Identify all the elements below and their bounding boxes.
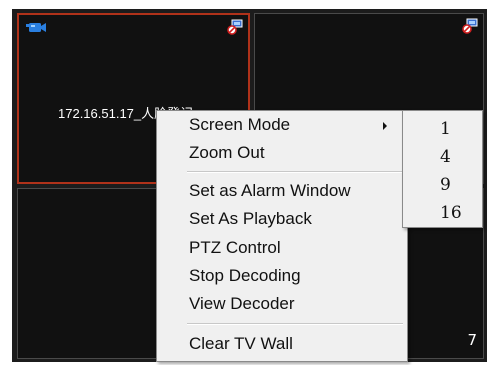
menu-separator: [187, 323, 403, 325]
screen-mode-option-label: 4: [440, 147, 451, 167]
camera-icon: [26, 23, 46, 32]
menu-item-set-as-playback[interactable]: Set As Playback: [189, 206, 312, 232]
menu-item-label: Clear TV Wall: [189, 334, 293, 353]
menu-item-label: Screen Mode: [189, 115, 291, 134]
screen-mode-option-4[interactable]: 4: [440, 144, 451, 170]
menu-item-label: Zoom Out: [189, 143, 265, 162]
menu-item-clear-tv-wall[interactable]: Clear TV Wall: [189, 331, 293, 357]
menu-item-zoom-out[interactable]: Zoom Out: [189, 140, 265, 166]
menu-separator: [187, 171, 403, 173]
decode-status-icon: [227, 19, 243, 35]
menu-item-label: Stop Decoding: [189, 266, 301, 285]
menu-item-view-decoder[interactable]: View Decoder: [189, 291, 295, 317]
screen-mode-option-16[interactable]: 16: [440, 200, 462, 226]
submenu-arrow-icon: [383, 122, 387, 130]
screen-mode-option-label: 16: [440, 203, 462, 223]
menu-item-label: View Decoder: [189, 294, 295, 313]
pane-number: 7: [467, 331, 477, 349]
tv-wall-window: 172.16.51.17_人脸登记 7 Screen Mode Zoom Out…: [0, 0, 491, 365]
menu-item-stop-decoding[interactable]: Stop Decoding: [189, 263, 301, 289]
screen-mode-option-label: 1: [440, 119, 451, 139]
menu-item-ptz-control[interactable]: PTZ Control: [189, 235, 281, 261]
menu-item-label: Set as Alarm Window: [189, 181, 351, 200]
menu-item-label: Set As Playback: [189, 209, 312, 228]
menu-item-label: PTZ Control: [189, 238, 281, 257]
context-menu: Screen Mode Zoom Out Set as Alarm Window…: [156, 110, 408, 362]
screen-mode-option-label: 9: [440, 175, 451, 195]
screen-mode-option-9[interactable]: 9: [440, 172, 451, 198]
menu-item-set-alarm-window[interactable]: Set as Alarm Window: [189, 178, 351, 204]
screen-mode-submenu: 1 4 9 16: [402, 110, 483, 228]
decode-status-icon: [462, 18, 478, 34]
screen-mode-option-1[interactable]: 1: [440, 116, 451, 142]
menu-item-screen-mode[interactable]: Screen Mode: [189, 112, 389, 138]
